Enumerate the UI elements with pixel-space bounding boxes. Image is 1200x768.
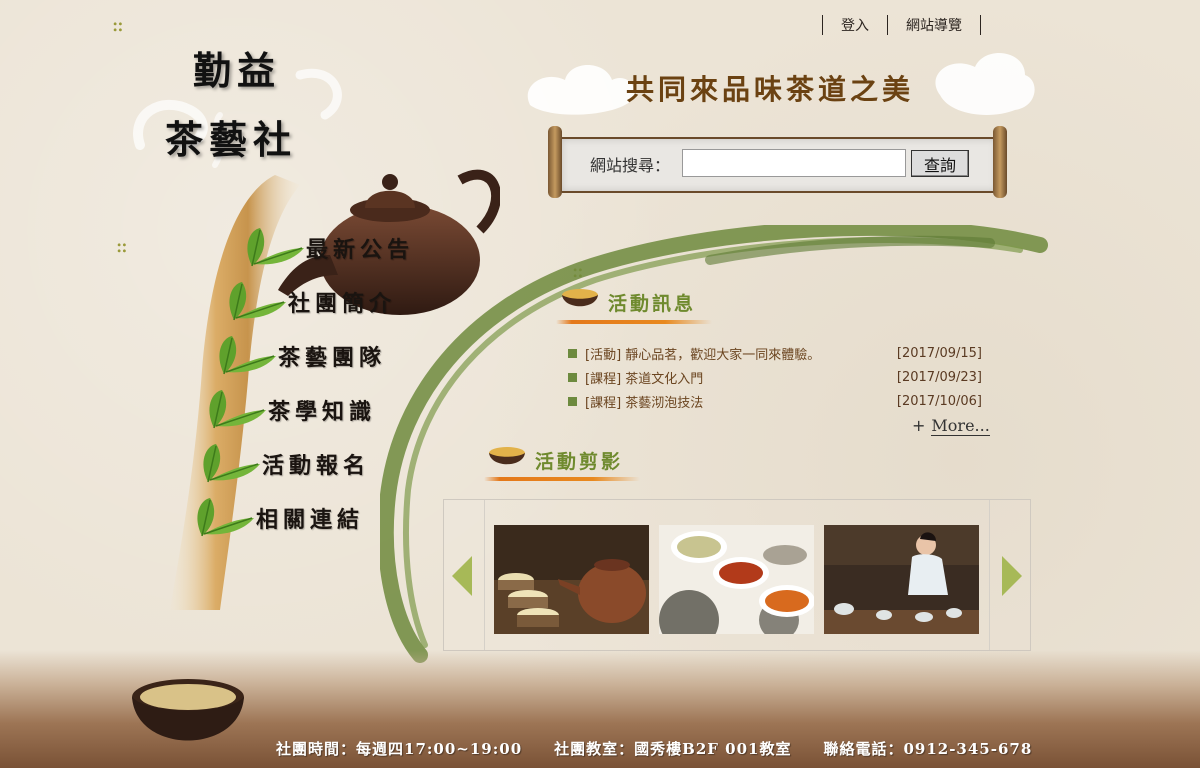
- gallery-section-title: 活動剪影: [487, 446, 623, 474]
- news-item[interactable]: [課程] 茶藝沏泡技法 [2017/10/06]: [568, 389, 982, 413]
- tea-leaf-icon: [209, 390, 266, 429]
- news-list: [活動] 靜心品茗，歡迎大家一同來體驗。 [2017/09/15] [課程] 茶…: [568, 341, 982, 413]
- tea-leaf-icon: [219, 336, 276, 375]
- bullet-icon: [568, 372, 577, 382]
- nav-label: 最新公告: [306, 237, 415, 263]
- tea-ceremony-photo[interactable]: [824, 525, 979, 634]
- site-logo[interactable]: 勤益 茶藝社: [165, 40, 325, 164]
- section-underline: [484, 477, 640, 481]
- nav-label: 社團簡介: [288, 291, 397, 317]
- dots-decoration: ∙∙ ∙∙: [112, 19, 123, 36]
- sitemap-link[interactable]: 網站導覽: [888, 15, 980, 35]
- section-underline: [556, 320, 712, 324]
- section-title-text: 活動訊息: [608, 292, 697, 315]
- more-prefix: +: [912, 416, 926, 435]
- section-title-text: 活動剪影: [535, 450, 624, 473]
- news-text[interactable]: [課程] 茶藝沏泡技法: [585, 392, 897, 411]
- nav-item-team[interactable]: 茶藝團隊: [214, 334, 414, 378]
- nav-item-knowledge[interactable]: 茶學知識: [204, 388, 414, 432]
- top-links: 登入 網站導覽: [822, 14, 981, 36]
- news-text[interactable]: [活動] 靜心品茗，歡迎大家一同來體驗。: [585, 344, 897, 363]
- news-item[interactable]: [課程] 茶道文化入門 [2017/09/23]: [568, 365, 982, 389]
- news-item[interactable]: [活動] 靜心品茗，歡迎大家一同來體驗。 [2017/09/15]: [568, 341, 982, 365]
- tea-bowl-icon: [562, 289, 598, 307]
- more-link[interactable]: + More...: [912, 416, 990, 436]
- nav-item-links[interactable]: 相關連結: [192, 496, 414, 540]
- gallery-next-arrow-icon[interactable]: [1002, 556, 1022, 596]
- tea-bowls-photo[interactable]: [659, 525, 814, 634]
- scroll-roller-right: [993, 126, 1007, 198]
- news-section-title: 活動訊息: [560, 288, 696, 316]
- search-input[interactable]: [682, 149, 906, 177]
- nav-item-signup[interactable]: 活動報名: [198, 442, 414, 486]
- news-text[interactable]: [課程] 茶道文化入門: [585, 368, 897, 387]
- bullet-icon: [568, 396, 577, 406]
- login-link[interactable]: 登入: [823, 15, 887, 35]
- gallery-prev-arrow-icon[interactable]: [452, 556, 472, 596]
- more-label[interactable]: More...: [931, 416, 990, 436]
- tea-leaf-icon: [229, 282, 286, 321]
- nav-label: 茶藝團隊: [278, 345, 387, 371]
- footer-info: 社團時間：每週四17:00~19:00 社團教室：國秀樓B2F 001教室 聯絡電話…: [276, 738, 1032, 759]
- footer-hours: 社團時間：每週四17:00~19:00: [276, 740, 523, 758]
- bullet-icon: [568, 348, 577, 358]
- news-date: [2017/10/06]: [896, 393, 982, 409]
- nav-label: 相關連結: [256, 507, 365, 533]
- search-button[interactable]: 查詢: [911, 150, 969, 177]
- logo-line-1: 勤益: [193, 48, 282, 93]
- slogan: 共同來品味茶道之美: [625, 73, 914, 106]
- tea-leaf-icon: [203, 444, 260, 483]
- nav-label: 活動報名: [262, 453, 371, 479]
- news-date: [2017/09/23]: [896, 369, 982, 385]
- tea-bowl-icon: [489, 447, 525, 465]
- nav-item-news[interactable]: 最新公告: [242, 226, 414, 270]
- nav-label: 茶學知識: [268, 399, 377, 425]
- teapot-cups-photo[interactable]: [494, 525, 649, 634]
- search-label: 網站搜尋：: [590, 156, 671, 175]
- footer-room: 社團教室：國秀樓B2F 001教室: [554, 740, 792, 758]
- nav-item-about[interactable]: 社團簡介: [224, 280, 414, 324]
- divider: [980, 15, 981, 35]
- scroll-roller-left: [548, 126, 562, 198]
- tea-cup-icon: [132, 679, 244, 741]
- tea-leaf-icon: [197, 498, 254, 537]
- main-nav: 最新公告 社團簡介 茶藝團隊 茶學知識 活動報名 相關連結: [197, 226, 414, 540]
- news-date: [2017/09/15]: [896, 345, 982, 361]
- tea-leaf-icon: [247, 228, 304, 267]
- dots-decoration: ∙∙ ∙∙: [116, 240, 127, 257]
- footer-phone: 聯絡電話：0912-345-678: [823, 740, 1033, 758]
